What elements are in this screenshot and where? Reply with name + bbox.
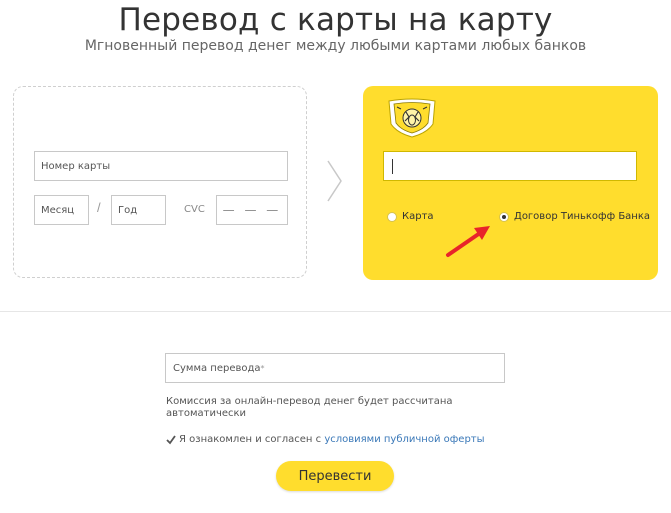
month-input[interactable]: Месяц xyxy=(34,195,89,225)
radio-card[interactable] xyxy=(387,212,397,222)
page-subtitle: Мгновенный перевод денег между любыми ка… xyxy=(84,38,587,54)
page-title: Перевод с карты на карту xyxy=(118,2,553,38)
amount-input[interactable]: Сумма перевода * xyxy=(165,353,505,383)
offer-terms-link[interactable]: условиями публичной оферты xyxy=(324,434,484,445)
year-input[interactable]: Год xyxy=(111,195,166,225)
year-placeholder: Год xyxy=(118,204,138,216)
cvc-label: CVC xyxy=(184,204,205,215)
month-placeholder: Месяц xyxy=(41,204,75,216)
amount-placeholder: Сумма перевода xyxy=(173,362,261,374)
source-card-panel: Номер карты Месяц / Год CVC — — — xyxy=(13,86,307,278)
date-separator: / xyxy=(97,200,101,215)
red-arrow-icon xyxy=(446,226,490,257)
required-mark: * xyxy=(260,363,265,373)
agreement-text: Я ознакомлен и согласен с xyxy=(179,434,325,445)
checkmark-icon[interactable] xyxy=(166,434,176,445)
text-caret xyxy=(392,159,393,174)
radio-contract-label[interactable]: Договор Тинькофф Банка xyxy=(514,211,650,222)
tinkoff-logo-icon xyxy=(388,98,436,138)
radio-contract[interactable] xyxy=(499,212,509,222)
destination-card-panel: Карта Договор Тинькофф Банка xyxy=(363,86,658,280)
radio-card-label[interactable]: Карта xyxy=(402,211,434,222)
card-number-input[interactable]: Номер карты xyxy=(34,151,288,181)
commission-note: Комиссия за онлайн-перевод денег будет р… xyxy=(166,396,453,419)
destination-number-input[interactable] xyxy=(383,151,637,181)
transfer-section: Сумма перевода * Комиссия за онлайн-перев… xyxy=(0,311,671,513)
card-number-placeholder: Номер карты xyxy=(41,160,111,172)
chevron-right-icon xyxy=(327,160,342,202)
cvc-input[interactable]: — — — xyxy=(216,195,288,225)
transfer-button[interactable]: Перевести xyxy=(276,461,394,491)
agreement-row: Я ознакомлен и согласен с условиями публ… xyxy=(166,434,485,445)
cvc-placeholder: — — — xyxy=(222,203,282,217)
